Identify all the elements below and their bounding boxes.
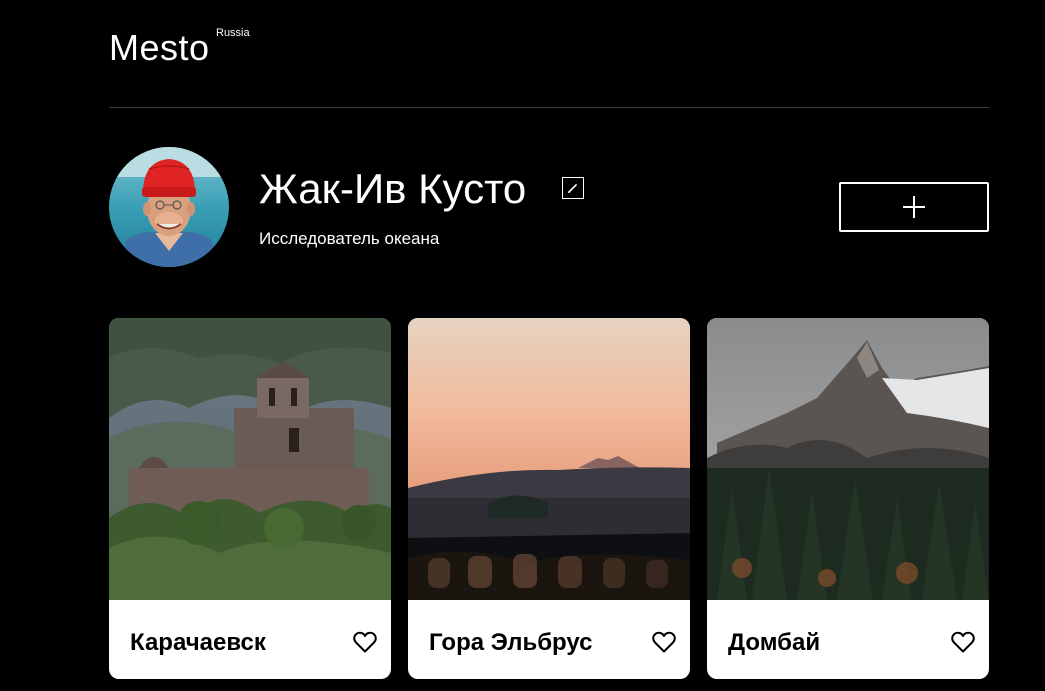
avatar-image xyxy=(109,147,229,267)
logo[interactable]: Mesto xyxy=(109,28,210,68)
card-title: Домбай xyxy=(728,629,821,656)
card: Гора Эльбрус xyxy=(408,318,690,679)
avatar[interactable] xyxy=(109,147,229,267)
page: Mesto Russia Жак-Ив Кусто Исследователь … xyxy=(0,0,1045,691)
profile-about: Исследователь океана xyxy=(259,229,440,248)
add-card-button[interactable] xyxy=(839,182,989,232)
heart-icon xyxy=(353,631,377,653)
header: Mesto Russia xyxy=(109,0,989,108)
profile-name: Жак-Ив Кусто xyxy=(259,165,527,212)
card-title: Гора Эльбрус xyxy=(429,629,593,656)
like-button[interactable] xyxy=(652,631,676,653)
card-image[interactable] xyxy=(408,318,690,600)
logo-superscript: Russia xyxy=(216,27,250,39)
like-button[interactable] xyxy=(353,631,377,653)
card-title: Карачаевск xyxy=(130,629,266,656)
card-image[interactable] xyxy=(109,318,391,600)
card-image[interactable] xyxy=(707,318,989,600)
cards-grid: Карачаевск Гора Эльбрус Домбай xyxy=(109,318,989,691)
edit-profile-button[interactable] xyxy=(562,177,584,199)
like-button[interactable] xyxy=(951,631,975,653)
pencil-icon xyxy=(567,183,578,194)
profile: Жак-Ив Кусто Исследователь океана xyxy=(109,147,989,267)
plus-icon xyxy=(903,196,925,218)
heart-icon xyxy=(652,631,676,653)
card: Домбай xyxy=(707,318,989,679)
card: Карачаевск xyxy=(109,318,391,679)
heart-icon xyxy=(951,631,975,653)
